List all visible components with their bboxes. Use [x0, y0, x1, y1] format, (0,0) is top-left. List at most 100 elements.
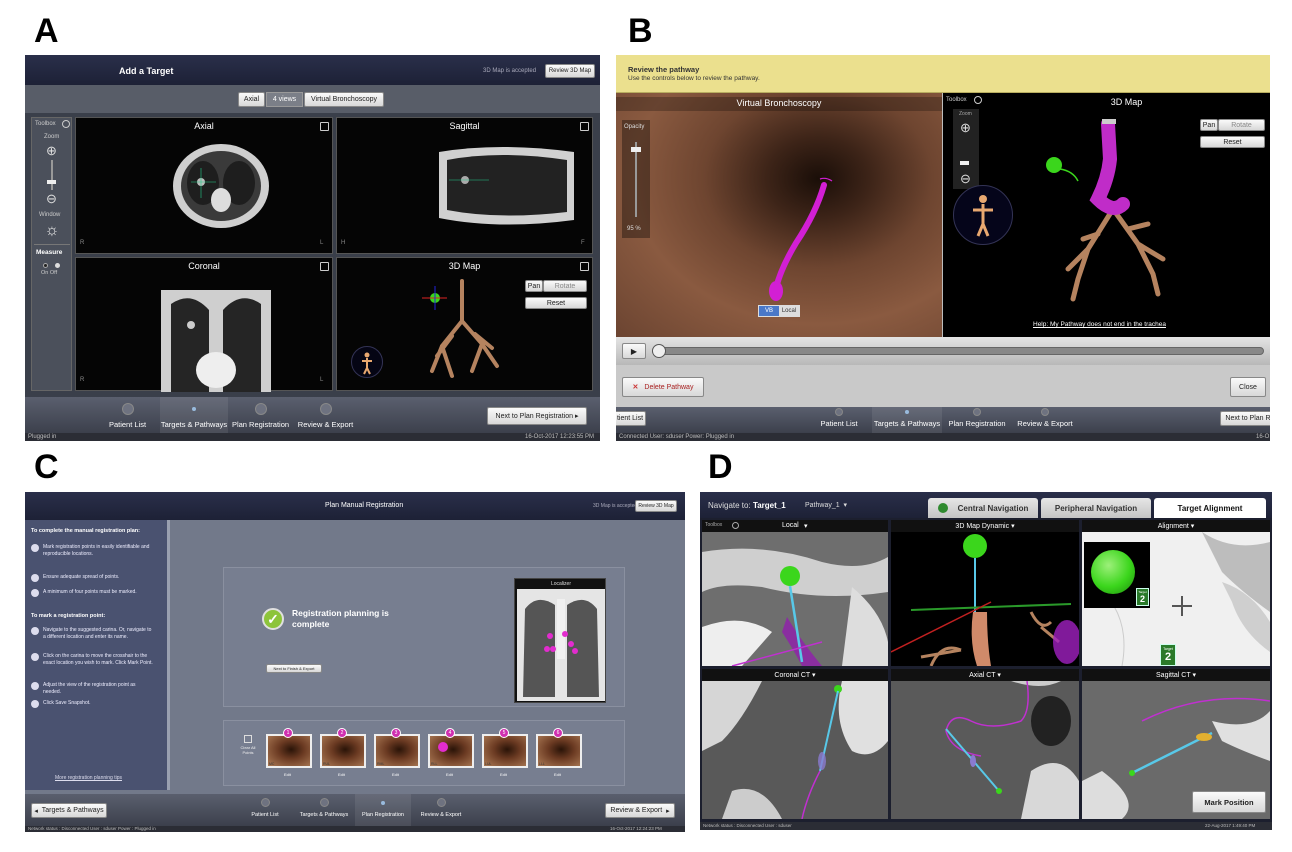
edit-link[interactable]: Edit [392, 772, 399, 777]
opacity-slider-handle[interactable] [631, 147, 641, 152]
alignment-view[interactable]: Alignment ▾ Target 2 Target 2 [1082, 520, 1270, 666]
zoom-out-icon[interactable]: ⊖ [44, 191, 59, 206]
snapshot-thumbnail[interactable]: 1 MC Edit [266, 728, 312, 780]
review-3d-map-button[interactable]: Review 3D Map [635, 500, 677, 512]
targets-pathways-back-button[interactable]: ◂ Targets & Pathways [31, 803, 107, 818]
3d-map-viewport[interactable]: 3D Map Pan Rotate Reset [336, 257, 593, 391]
opacity-slider-track[interactable] [635, 142, 637, 217]
sagittal-ct-image [439, 147, 574, 225]
3d-map-dynamic-view[interactable]: 3D Map Dynamic ▾ [891, 520, 1079, 666]
tab-central-navigation[interactable]: Central Navigation [928, 498, 1038, 518]
timestamp: 22-Aug-2017 1:49:40 PM [1205, 823, 1256, 828]
next-to-plan-registration-button[interactable]: Next to Plan Registration ▸ [487, 407, 587, 425]
timestamp: 16-Oct-2017 12:24:23 PM [610, 826, 662, 831]
next-to-plan-registration-button[interactable]: Next to Plan R [1220, 411, 1270, 426]
playback-slider-handle[interactable] [652, 344, 666, 358]
review-3d-map-button[interactable]: Review 3D Map [545, 64, 595, 78]
layout-grid-icon[interactable] [320, 262, 329, 271]
snapshot-thumbnail[interactable]: 4 RLL Edit [428, 728, 474, 780]
edit-link[interactable]: Edit [554, 772, 561, 777]
reset-button[interactable]: Reset [1200, 136, 1265, 148]
measure-toggle-off[interactable] [55, 263, 60, 268]
view-header[interactable]: Toolbox Local ▾ [702, 520, 888, 532]
snapshot-thumbnail[interactable]: 5 LUL Edit [482, 728, 528, 780]
tab-peripheral-navigation[interactable]: Peripheral Navigation [1041, 498, 1151, 518]
pan-button[interactable]: Pan [1200, 119, 1218, 131]
step-review-export[interactable]: Review & Export [413, 794, 469, 826]
step-plan-registration[interactable]: Plan Registration [355, 794, 411, 826]
step-targets-pathways[interactable]: Targets & Pathways [160, 397, 228, 433]
play-button[interactable]: ▶ [622, 343, 646, 359]
edit-link[interactable]: Edit [284, 772, 291, 777]
sagittal-viewport[interactable]: Sagittal H F [336, 117, 593, 254]
layout-grid-icon[interactable] [320, 122, 329, 131]
tab-axial[interactable]: Axial [238, 92, 265, 107]
rotate-button[interactable]: Rotate [543, 280, 587, 292]
clear-points-icon[interactable] [244, 735, 252, 743]
delete-pathway-button[interactable]: ✕ Delete Pathway [622, 377, 704, 397]
zoom-in-icon[interactable]: ⊕ [958, 120, 973, 135]
pathway-dropdown[interactable]: Pathway_1 ▾ [805, 501, 847, 509]
step-plan-registration[interactable]: Plan Registration [944, 407, 1010, 433]
pathway-help-link[interactable]: Help: My Pathway does not end in the tra… [1033, 321, 1166, 328]
zoom-slider-track[interactable] [51, 160, 53, 190]
step-patient-list[interactable]: Patient List [808, 407, 870, 433]
zoom-slider-handle[interactable] [47, 180, 56, 184]
reset-button[interactable]: Reset [525, 297, 587, 309]
tab-virtual-bronchoscopy[interactable]: Virtual Bronchoscopy [304, 92, 384, 107]
step-patient-list[interactable]: Patient List [237, 794, 293, 826]
layout-grid-icon[interactable] [580, 122, 589, 131]
window-level-icon[interactable]: ☼ [42, 222, 62, 240]
view-header[interactable]: Axial CT ▾ [891, 669, 1079, 681]
layout-grid-icon[interactable] [580, 262, 589, 271]
toolbox-collapse-icon[interactable] [732, 522, 739, 529]
close-button[interactable]: Close [1230, 377, 1266, 397]
view-header[interactable]: Sagittal CT ▾ [1082, 669, 1270, 681]
registration-tips-link[interactable]: More registration planning tips [55, 775, 122, 781]
pan-button[interactable]: Pan [525, 280, 543, 292]
completion-card: ✓ Registration planning is complete Next… [223, 567, 625, 707]
step-review-export[interactable]: Review & Export [293, 397, 358, 433]
zoom-in-icon[interactable]: ⊕ [44, 143, 59, 158]
step-plan-registration[interactable]: Plan Registration [228, 397, 293, 433]
view-header[interactable]: 3D Map Dynamic ▾ [891, 520, 1079, 532]
tab-target-alignment[interactable]: Target Alignment [1154, 498, 1266, 518]
toolbox-collapse-icon[interactable] [974, 96, 982, 104]
measure-toggle-on[interactable] [43, 263, 48, 268]
view-header[interactable]: Coronal CT ▾ [702, 669, 888, 681]
playback-slider-track[interactable] [652, 347, 1264, 355]
edit-link[interactable]: Edit [500, 772, 507, 777]
localizer-view[interactable]: Localizer [514, 578, 606, 703]
snapshot-thumbnail[interactable]: 2 RUL Edit [320, 728, 366, 780]
vb-mode-toggle[interactable]: VB Local [758, 305, 800, 317]
toolbox-collapse-icon[interactable] [62, 120, 70, 128]
3d-map-view[interactable]: Toolbox 3D Map Zoom ⊕ ⊖ Pan Rotate Reset… [943, 93, 1270, 337]
toggle-vb[interactable]: VB [759, 306, 779, 316]
edit-link[interactable]: Edit [338, 772, 345, 777]
clear-all-points-button[interactable]: Clear All Points [236, 745, 260, 755]
toggle-local[interactable]: Local [779, 306, 799, 316]
step-targets-pathways[interactable]: Targets & Pathways [295, 794, 353, 826]
step-targets-pathways[interactable]: Targets & Pathways [872, 407, 942, 433]
zoom-slider-handle[interactable] [960, 161, 969, 165]
next-to-finish-export-button[interactable]: Next to Finish & Export [266, 664, 322, 673]
step-patient-list[interactable]: Patient List [95, 397, 160, 433]
virtual-bronchoscopy-view[interactable]: Virtual Bronchoscopy Opacity 95 % VB Loc… [616, 93, 942, 337]
coronal-ct-view[interactable]: Coronal CT ▾ [702, 669, 888, 819]
axial-ct-view[interactable]: Axial CT ▾ [891, 669, 1079, 819]
view-header[interactable]: Alignment ▾ [1082, 520, 1270, 532]
tab-4-views[interactable]: 4 views [266, 92, 303, 107]
review-export-button[interactable]: Review & Export ▸ [605, 803, 675, 818]
snapshot-thumbnail[interactable]: 3 RML Edit [374, 728, 420, 780]
local-view[interactable]: Toolbox Local ▾ [702, 520, 888, 666]
mark-position-button[interactable]: Mark Position [1192, 791, 1266, 813]
snapshot-thumbnail[interactable]: 6 LLL Edit [536, 728, 582, 780]
rotate-button[interactable]: Rotate [1218, 119, 1265, 131]
sagittal-ct-view[interactable]: Sagittal CT ▾ Mark Position [1082, 669, 1270, 819]
axial-viewport[interactable]: Axial R L [75, 117, 333, 254]
zoom-out-icon[interactable]: ⊖ [958, 171, 973, 186]
patient-list-button[interactable]: tient List [616, 411, 646, 426]
coronal-viewport[interactable]: Coronal R L [75, 257, 333, 392]
edit-link[interactable]: Edit [446, 772, 453, 777]
step-review-export[interactable]: Review & Export [1012, 407, 1078, 433]
